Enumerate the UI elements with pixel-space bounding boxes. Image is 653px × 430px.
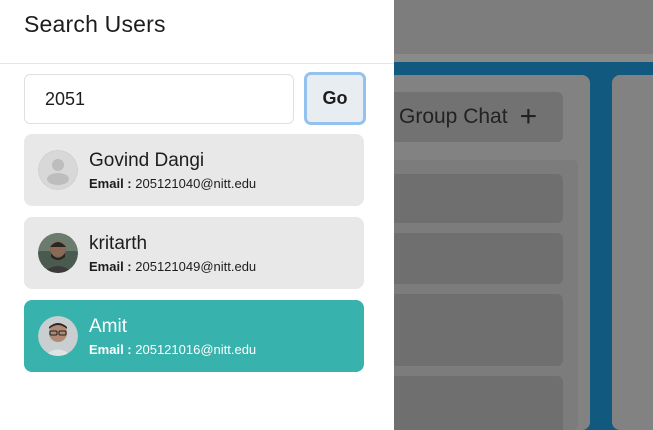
new-group-chat-button: Group Chat + (380, 92, 563, 142)
email-value: 205121040@nitt.edu (135, 175, 257, 191)
user-name: Amit (89, 315, 127, 337)
user-email: Email : 205121016@nitt.edu (89, 342, 256, 358)
user-list-item[interactable]: kritarth Email : 205121049@nitt.edu (24, 217, 364, 289)
user-email: Email : 205121040@nitt.edu (89, 176, 256, 192)
search-row: Go (24, 72, 366, 125)
user-avatar-photo (38, 233, 78, 273)
user-info: Govind Dangi Email : 205121040@nitt.edu (89, 149, 256, 192)
background-chat-item (388, 294, 563, 366)
go-button[interactable]: Go (304, 72, 366, 125)
background-header (394, 0, 653, 54)
user-list-item-selected[interactable]: Amit Email : 205121016@nitt.edu (24, 300, 364, 372)
email-value: 205121016@nitt.edu (135, 341, 257, 357)
user-name: kritarth (89, 232, 148, 254)
default-user-icon (38, 150, 78, 190)
drawer-title: Search Users (0, 0, 394, 64)
email-value: 205121049@nitt.edu (135, 258, 257, 274)
background-chat-item (388, 233, 563, 284)
user-list-item[interactable]: Govind Dangi Email : 205121040@nitt.edu (24, 134, 364, 206)
email-label: Email : (89, 341, 132, 357)
user-email: Email : 205121049@nitt.edu (89, 259, 256, 275)
user-info: Amit Email : 205121016@nitt.edu (89, 315, 256, 358)
email-label: Email : (89, 258, 132, 274)
user-avatar-photo (38, 316, 78, 356)
user-name: Govind Dangi (89, 149, 205, 171)
user-info: kritarth Email : 205121049@nitt.edu (89, 232, 256, 275)
search-users-drawer: Search Users Go Govind Dangi Email : 205… (0, 0, 394, 430)
search-results-list: Govind Dangi Email : 205121040@nitt.edu … (24, 134, 364, 383)
plus-icon: + (519, 100, 538, 133)
background-chatbox-panel (612, 75, 653, 430)
background-chat-item (388, 376, 563, 430)
background-chat-item (388, 174, 563, 223)
group-chat-label: Group Chat (399, 105, 508, 128)
search-input[interactable] (24, 74, 294, 124)
email-label: Email : (89, 175, 132, 191)
